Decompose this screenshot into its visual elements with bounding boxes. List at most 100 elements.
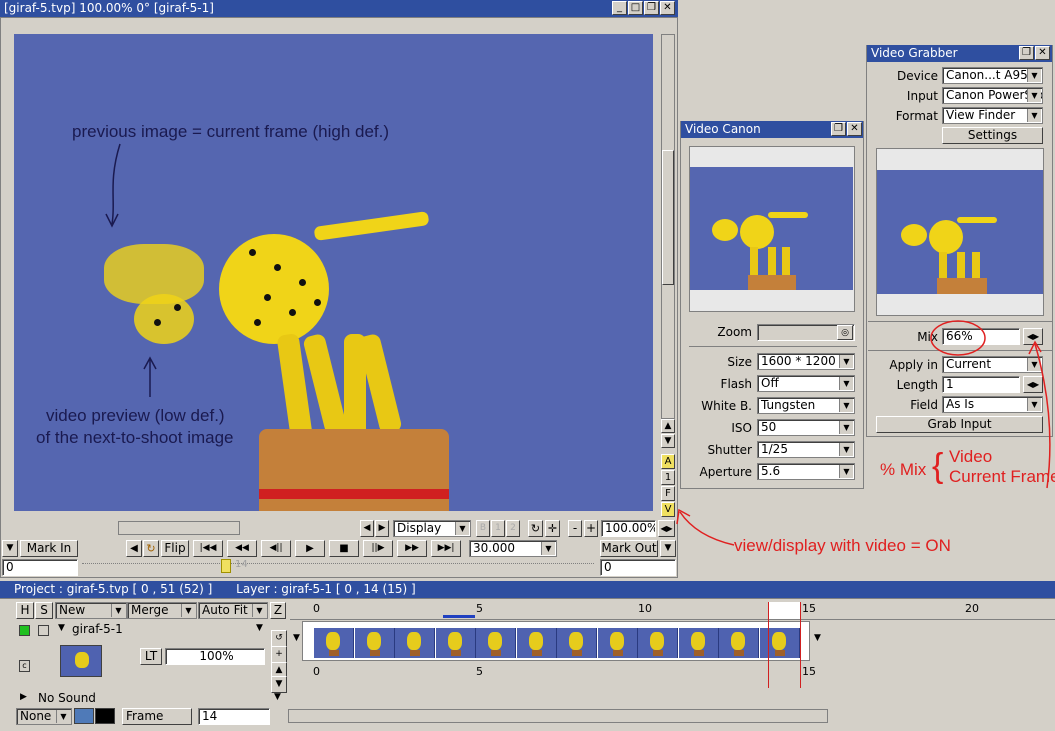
zoom-knob-icon[interactable]: ◎ [837, 325, 853, 340]
first-frame-icon[interactable]: |◀◀ [193, 540, 223, 557]
flash-select[interactable]: Off ▼ [757, 375, 855, 392]
layer-expand-icon[interactable]: ▼ [58, 623, 65, 633]
horizontal-scrollbar[interactable] [118, 521, 240, 535]
format-select[interactable]: View Finder ▼ [942, 107, 1043, 124]
center-icon[interactable]: ✛ [545, 520, 560, 537]
video-grabber-close-icon[interactable]: ✕ [1035, 46, 1050, 60]
autofit-select[interactable]: Auto Fit ▼ [198, 602, 268, 619]
merge-select[interactable]: Merge ▼ [127, 602, 197, 619]
next-frame-icon[interactable]: ||▶ [363, 540, 393, 557]
rotate-icon[interactable]: ↻ [528, 520, 543, 537]
track-frame-thumbnail[interactable] [597, 628, 638, 658]
track-frame-thumbnail[interactable] [678, 628, 719, 658]
scroll-thumb[interactable] [662, 150, 674, 285]
mark-out-button[interactable]: Mark Out [600, 540, 658, 557]
aperture-select[interactable]: 5.6 ▼ [757, 463, 855, 480]
side-button-1[interactable]: 1 [661, 470, 675, 485]
maximize-icon[interactable]: □ [628, 1, 643, 15]
mark-in-arrow-icon[interactable]: ▼ [2, 540, 18, 557]
last-frame-icon[interactable]: ▶▶| [431, 540, 461, 557]
track-frame-thumbnail[interactable] [759, 628, 800, 658]
iso-select[interactable]: 50 ▼ [757, 419, 855, 436]
format-label: Format [895, 109, 938, 123]
zoom-in-button[interactable]: + [584, 520, 598, 537]
speaker-icon[interactable]: ◀ [126, 540, 142, 557]
track-frame-thumbnail[interactable] [638, 628, 678, 658]
new-select[interactable]: New ▼ [55, 602, 127, 619]
track-frame-thumbnail[interactable] [395, 628, 435, 658]
two-icon[interactable]: 2 [506, 520, 520, 537]
stop-icon[interactable]: ■ [329, 540, 359, 557]
sound-menu-icon[interactable]: ▼ [274, 692, 281, 702]
input-select[interactable]: Canon PowerSho ▼ [942, 87, 1043, 104]
track-frame-thumbnail[interactable] [354, 628, 395, 658]
track-frame-thumbnail[interactable] [719, 628, 759, 658]
length-field[interactable]: 1 [942, 376, 1020, 393]
grab-input-button[interactable]: Grab Input [876, 416, 1043, 433]
fps-select[interactable]: 30.000 ▼ [469, 540, 557, 557]
device-select[interactable]: Canon...t A95 ▼ [942, 67, 1043, 84]
display-select[interactable]: Display ▼ [393, 520, 471, 537]
play-icon[interactable]: ▶ [295, 540, 325, 557]
col-s-header[interactable]: S [35, 602, 53, 619]
prev-frame-icon[interactable]: ◀|| [261, 540, 291, 557]
none-select[interactable]: None ▼ [16, 708, 72, 725]
frame-slider-thumb[interactable] [221, 559, 231, 573]
one-icon[interactable]: 1 [491, 520, 505, 537]
scroll-up-icon[interactable]: ▲ [661, 419, 675, 433]
timeline-down-icon[interactable]: ▼ [271, 676, 287, 693]
settings-button[interactable]: Settings [942, 127, 1043, 144]
side-button-a[interactable]: A [661, 454, 675, 469]
playhead-line[interactable] [768, 602, 769, 688]
timeline-side-btn-2[interactable]: + [271, 646, 287, 663]
layer-name[interactable]: giraf-5-1 [72, 622, 123, 636]
forward-icon[interactable]: ▶▶ [397, 540, 427, 557]
color-swatch-black[interactable] [95, 708, 115, 724]
frame-field[interactable]: 14 [198, 708, 270, 725]
white-balance-select[interactable]: Tungsten ▼ [757, 397, 855, 414]
video-canon-preview[interactable] [690, 167, 853, 290]
track-frame-thumbnail[interactable] [516, 628, 557, 658]
b-icon[interactable]: B [476, 520, 490, 537]
frame-slider[interactable] [82, 563, 594, 572]
track-frame-thumbnail[interactable] [314, 628, 354, 658]
video-grabber-preview[interactable] [877, 170, 1043, 294]
col-h-header[interactable]: H [16, 602, 34, 619]
z-button[interactable]: Z [270, 602, 286, 619]
opacity-field[interactable]: 100% [165, 648, 265, 665]
loop-icon[interactable]: ↻ [143, 540, 159, 557]
zoom-label: Zoom [717, 325, 752, 339]
arrow-left-icon[interactable]: ◀ [360, 520, 374, 537]
track-frame-thumbnail[interactable] [476, 628, 516, 658]
timeline-hscroll[interactable] [288, 709, 828, 723]
restore-icon[interactable]: ❐ [644, 1, 659, 15]
video-canon-close-icon[interactable]: ✕ [847, 122, 862, 136]
scroll-down-icon[interactable]: ▼ [661, 434, 675, 448]
layer-color-icon[interactable]: c [19, 660, 30, 672]
video-canon-restore-icon[interactable]: ❐ [831, 122, 846, 136]
size-select[interactable]: 1600 * 1200 ▼ [757, 353, 855, 370]
solo-checkbox[interactable] [38, 625, 49, 636]
flip-button[interactable]: Flip [161, 540, 189, 557]
zoom-field[interactable]: 100.00% [601, 520, 656, 537]
mark-in-button[interactable]: Mark In [20, 540, 78, 557]
lt-button[interactable]: LT [140, 648, 162, 665]
track-frame-thumbnail[interactable] [557, 628, 597, 658]
track-frame-thumbnail[interactable] [435, 628, 476, 658]
color-swatch-blue[interactable] [74, 708, 94, 724]
close-icon[interactable]: ✕ [660, 1, 675, 15]
mark-out-field[interactable]: 0 [600, 559, 676, 576]
mark-in-field[interactable]: 0 [2, 559, 78, 576]
shutter-select[interactable]: 1/25 ▼ [757, 441, 855, 458]
rewind-icon[interactable]: ◀◀ [227, 540, 257, 557]
minimize-icon[interactable]: _ [612, 1, 627, 15]
layer-menu-icon[interactable]: ▼ [256, 623, 263, 633]
side-button-f[interactable]: F [661, 486, 675, 501]
annotation-video: Video [949, 447, 993, 466]
timeline-side-btn-1[interactable]: ↺ [271, 630, 287, 647]
zoom-out-button[interactable]: - [568, 520, 582, 537]
sound-expand-icon[interactable]: ▶ [20, 692, 27, 702]
visibility-checkbox[interactable] [19, 625, 30, 636]
arrow-right-icon[interactable]: ▶ [375, 520, 389, 537]
video-grabber-restore-icon[interactable]: ❐ [1019, 46, 1034, 60]
